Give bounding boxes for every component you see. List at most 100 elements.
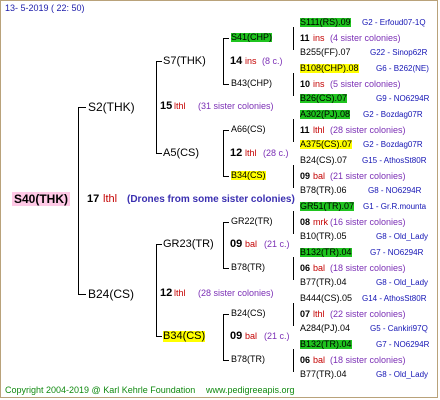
gen2-queen[interactable]: B34(CS): [163, 331, 206, 342]
connector: [223, 130, 229, 131]
gen4-queen[interactable]: B24(CS).07: [300, 156, 347, 165]
connector: [156, 336, 162, 337]
gen2-sisters: (8 c.): [262, 56, 283, 66]
gen4-origin: G2 - Bozdag07R: [363, 110, 423, 119]
gen2-queen[interactable]: S7(THK): [163, 56, 206, 67]
gen3-breeder: bal: [313, 263, 326, 273]
gen1-s2-number: 15: [160, 100, 173, 112]
connector: [156, 61, 162, 62]
gen3-sisters: (22 sister colonies): [330, 309, 406, 319]
gen4-queen[interactable]: A284(PJ).04: [300, 324, 350, 333]
gen3-number: 11: [300, 33, 310, 43]
gen3-breeder: lthl: [313, 125, 325, 135]
connector: [293, 257, 294, 280]
connector: [293, 73, 294, 96]
gen4-queen[interactable]: B77(TR).04: [300, 370, 347, 379]
connector: [223, 268, 229, 269]
gen4-origin: G8 - Old_Lady: [376, 278, 429, 287]
gen3-breeder: bal: [313, 171, 326, 181]
connector: [293, 211, 294, 234]
gen4-origin: G6 - B262(NE): [376, 64, 429, 73]
gen4-queen[interactable]: B77(TR).04: [300, 278, 347, 287]
gen3-queen[interactable]: B78(TR): [231, 263, 265, 272]
connector: [293, 303, 294, 326]
gen2-breeder: lthl: [245, 148, 257, 158]
gen3-number: 07: [300, 309, 311, 319]
connector: [293, 119, 294, 142]
gen3-queen[interactable]: B78(TR): [231, 355, 265, 364]
gen1-queen-s2[interactable]: S2(THK): [88, 101, 135, 113]
gen4-queen[interactable]: B78(TR).06: [300, 186, 347, 195]
connector: [293, 27, 294, 50]
gen4-queen[interactable]: B10(TR).05: [300, 232, 347, 241]
connector: [156, 153, 162, 154]
connector: [223, 314, 229, 315]
gen3-queen[interactable]: A66(CS): [231, 125, 266, 134]
gen4-origin: G8 - NO6294R: [368, 186, 422, 195]
gen3-breeder: lthl: [313, 309, 325, 319]
gen2-number: 12: [230, 147, 243, 159]
footer-url[interactable]: www.pedigreeapis.org: [206, 386, 295, 395]
gen3-queen[interactable]: B24(CS): [231, 309, 266, 318]
header-date: 13- 5-2019 ( 22: 50): [5, 3, 85, 13]
gen3-breeder: ins: [313, 33, 325, 43]
connector: [223, 222, 224, 268]
gen4-origin: G7 - NO6294R: [370, 248, 424, 257]
gen1-b24-sisters: (28 sister colonies): [198, 288, 274, 298]
gen2-breeder: bal: [245, 239, 258, 249]
connector: [156, 244, 162, 245]
gen4-queen[interactable]: B26(CS).07: [300, 94, 348, 103]
connector: [223, 176, 229, 177]
gen4-origin: G1 - Gr.R.mounta: [363, 202, 427, 211]
gen4-queen[interactable]: B132(TR).04: [300, 340, 352, 349]
gen1-s2-breeder: lthl: [174, 101, 186, 111]
root-queen[interactable]: S40(THK): [12, 192, 71, 206]
connector: [156, 244, 157, 336]
gen3-number: 06: [300, 355, 311, 365]
gen4-origin: G14 - AthosSt80R: [362, 294, 427, 303]
gen4-queen[interactable]: GR51(TR).07: [300, 202, 355, 211]
gen2-breeder: bal: [245, 331, 258, 341]
gen2-sisters: (21 c.): [264, 331, 290, 341]
gen4-queen[interactable]: A302(PJ).08: [300, 110, 351, 119]
connector: [223, 84, 229, 85]
gen2-queen[interactable]: GR23(TR): [163, 239, 214, 250]
gen2-sisters: (21 c.): [264, 239, 290, 249]
gen4-origin: G7 - NO6294R: [376, 340, 430, 349]
gen4-queen[interactable]: B108(CHP).08: [300, 64, 359, 73]
gen4-origin: G8 - Old_Lady: [376, 232, 429, 241]
gen3-sisters: (5 sister colonies): [330, 79, 401, 89]
gen4-queen[interactable]: B255(FF).07: [300, 48, 351, 57]
gen3-breeder: ins: [313, 79, 325, 89]
connector: [223, 38, 224, 84]
gen1-s2-sisters: (31 sister colonies): [198, 101, 274, 111]
gen3-queen[interactable]: GR22(TR): [231, 217, 273, 226]
gen4-origin: G22 - Sinop62R: [370, 48, 428, 57]
root-drones-note: (Drones from some sister colonies): [127, 194, 295, 205]
connector-root: [78, 107, 79, 294]
gen2-queen[interactable]: A5(CS): [163, 148, 199, 159]
gen3-queen[interactable]: S41(CHP): [231, 33, 273, 42]
gen3-sisters: (16 sister colonies): [330, 217, 406, 227]
gen3-number: 11: [300, 125, 310, 135]
gen4-queen[interactable]: B132(TR).04: [300, 248, 352, 257]
gen4-queen[interactable]: A375(CS).07: [300, 140, 353, 149]
footer-copyright: Copyright 2004-2019 @ Karl Kehrle Founda…: [5, 385, 196, 395]
gen2-number: 09: [230, 238, 243, 250]
gen1-queen-b24[interactable]: B24(CS): [88, 288, 134, 300]
gen3-queen[interactable]: B34(CS): [231, 171, 266, 180]
gen3-sisters: (28 sister colonies): [330, 125, 406, 135]
gen3-queen[interactable]: B43(CHP): [231, 79, 272, 88]
gen4-queen[interactable]: S111(RS).09: [300, 18, 351, 27]
root-number: 17: [87, 193, 100, 205]
gen3-sisters: (18 sister colonies): [330, 263, 406, 273]
connector: [223, 360, 229, 361]
gen4-origin: G9 - NO6294R: [376, 94, 430, 103]
gen3-number: 09: [300, 171, 311, 181]
gen4-queen[interactable]: B444(CS).05: [300, 294, 352, 303]
gen4-origin: G5 - Cankiri97Q: [370, 324, 428, 333]
gen4-origin: G2 - Erfoud07-1Q: [362, 18, 426, 27]
gen2-number: 14: [230, 55, 243, 67]
gen3-sisters: (4 sister colonies): [330, 33, 401, 43]
gen2-breeder: ins: [245, 56, 257, 66]
